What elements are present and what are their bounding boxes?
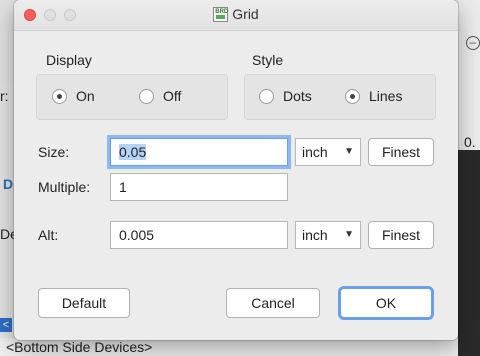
style-group: Dots Lines xyxy=(244,74,436,120)
background-list-item: <Bottom Side Devices> xyxy=(0,338,458,356)
style-lines-radio[interactable]: Lines xyxy=(345,88,402,104)
zoom-out-icon[interactable]: – xyxy=(466,36,480,50)
chevron-down-icon: ▼ xyxy=(344,229,354,240)
display-group: On Off xyxy=(36,74,228,120)
size-input[interactable]: 0.05 xyxy=(110,138,288,166)
grid-dialog: BRD Grid Display On Off Style Dots Lines … xyxy=(14,0,458,340)
alt-label: Alt: xyxy=(38,227,59,243)
display-on-radio[interactable]: On xyxy=(52,88,95,104)
ok-button[interactable]: OK xyxy=(340,288,432,318)
window-title: BRD Grid xyxy=(213,6,259,22)
size-finest-button[interactable]: Finest xyxy=(368,138,434,166)
default-button[interactable]: Default xyxy=(38,288,130,318)
radio-unselected-icon xyxy=(259,88,274,104)
board-file-icon: BRD xyxy=(213,7,229,22)
chevron-down-icon: ▼ xyxy=(344,146,354,157)
alt-unit-dropdown[interactable]: inch ▼ xyxy=(295,221,361,249)
background-fragment: 0. xyxy=(464,134,476,150)
radio-selected-icon xyxy=(345,88,360,104)
cancel-button[interactable]: Cancel xyxy=(226,288,320,318)
style-dots-radio[interactable]: Dots xyxy=(259,88,312,104)
display-group-label: Display xyxy=(46,52,92,68)
background-tag: < xyxy=(0,318,12,332)
background-fragment: r: xyxy=(0,88,9,104)
dialog-titlebar: BRD Grid xyxy=(14,0,458,31)
background-app-canvas xyxy=(458,150,480,356)
background-fragment: D xyxy=(3,176,14,192)
display-off-radio[interactable]: Off xyxy=(139,88,181,104)
alt-finest-button[interactable]: Finest xyxy=(368,221,434,249)
size-unit-dropdown[interactable]: inch ▼ xyxy=(295,138,361,166)
multiple-input[interactable]: 1 xyxy=(110,173,288,201)
background-app-left-panel xyxy=(0,84,15,356)
multiple-label: Multiple: xyxy=(38,179,91,195)
alt-input[interactable]: 0.005 xyxy=(110,221,288,249)
style-group-label: Style xyxy=(252,52,284,68)
size-label: Size: xyxy=(38,144,70,160)
radio-unselected-icon xyxy=(139,88,154,104)
radio-selected-icon xyxy=(52,88,67,104)
